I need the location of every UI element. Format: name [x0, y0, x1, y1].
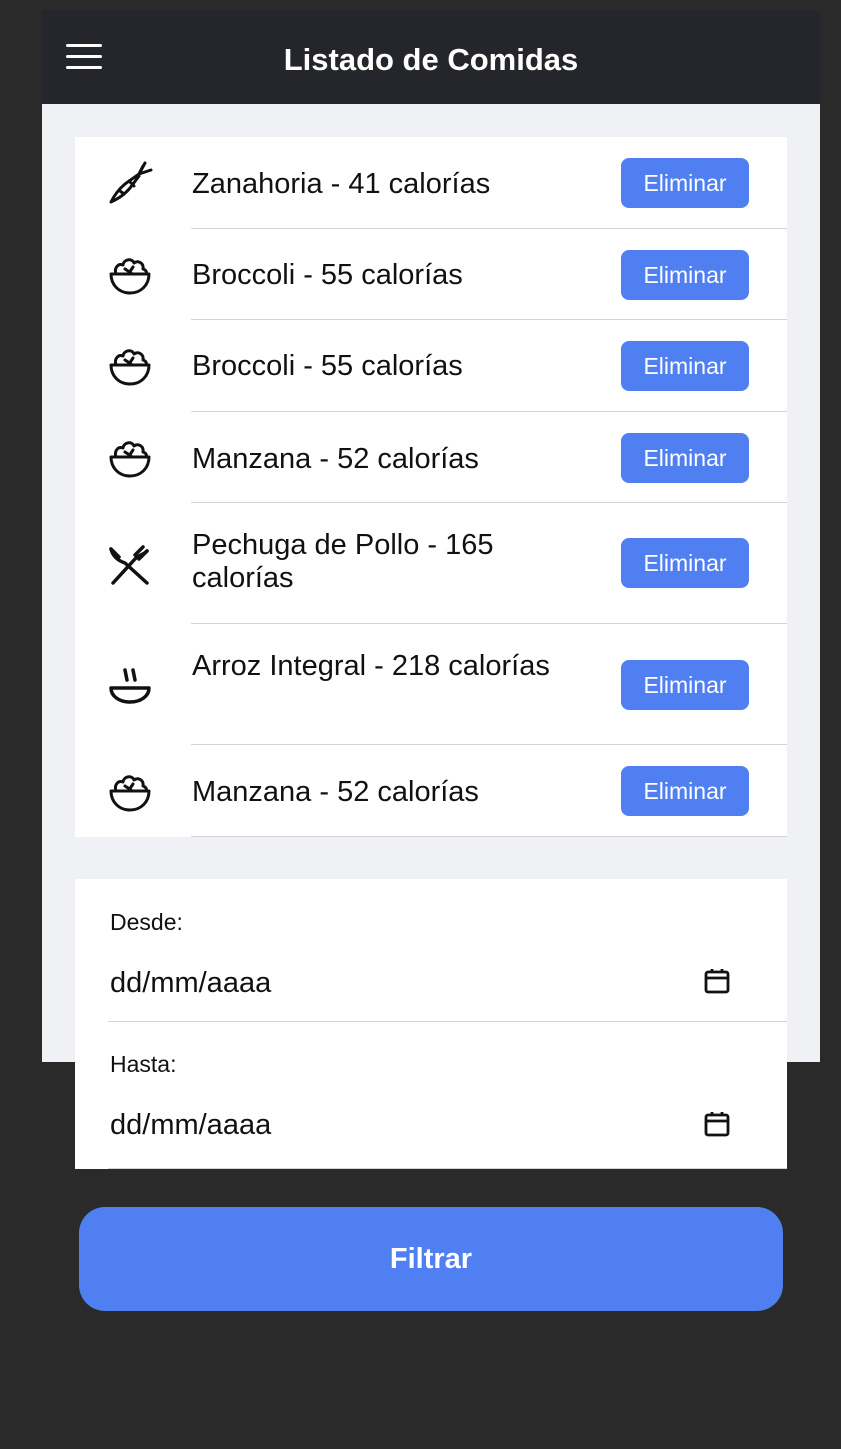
date-filter-panel: Desde: dd/mm/aaaa Hasta: dd/mm/aaaa: [75, 879, 787, 1169]
list-item: Manzana - 52 calorías Eliminar: [75, 745, 787, 837]
delete-button[interactable]: Eliminar: [621, 250, 749, 300]
food-label: Zanahoria - 41 calorías: [192, 168, 491, 200]
delete-button[interactable]: Eliminar: [621, 158, 749, 208]
calendar-icon[interactable]: [703, 1110, 731, 1138]
delete-button[interactable]: Eliminar: [621, 538, 749, 588]
delete-button[interactable]: Eliminar: [621, 766, 749, 816]
list-item: Manzana - 52 calorías Eliminar: [75, 412, 787, 503]
app-screen: Listado de Comidas Zanahoria - 41 calorí…: [42, 10, 820, 1311]
app-header: Listado de Comidas: [42, 10, 820, 104]
divider: [108, 1021, 787, 1022]
food-label: Broccoli - 55 calorías: [192, 350, 463, 382]
list-item: Zanahoria - 41 calorías Eliminar: [75, 137, 787, 229]
food-label: Manzana - 52 calorías: [192, 443, 479, 475]
salad-bowl-icon: [109, 258, 151, 295]
food-label: Broccoli - 55 calorías: [192, 259, 463, 291]
page-title: Listado de Comidas: [283, 42, 579, 77]
salad-bowl-icon: [109, 441, 151, 478]
food-list: Zanahoria - 41 calorías Eliminar Broccol…: [75, 137, 787, 837]
food-label: Manzana - 52 calorías: [192, 776, 479, 808]
fork-knife-icon: [109, 545, 149, 585]
to-date-input[interactable]: dd/mm/aaaa: [110, 1109, 710, 1142]
steaming-bowl-icon: [109, 668, 151, 704]
carrot-icon: [109, 161, 153, 204]
list-item: Arroz Integral - 218 calorías Eliminar: [75, 624, 787, 745]
calendar-icon[interactable]: [703, 967, 731, 995]
delete-button[interactable]: Eliminar: [621, 433, 749, 483]
divider: [108, 1168, 787, 1169]
salad-bowl-icon: [109, 349, 151, 386]
food-label: Arroz Integral - 218 calorías: [192, 650, 550, 682]
filter-button[interactable]: Filtrar: [79, 1207, 783, 1311]
from-label: Desde:: [110, 909, 183, 935]
to-label: Hasta:: [110, 1051, 177, 1077]
delete-button[interactable]: Eliminar: [621, 341, 749, 391]
list-item: Broccoli - 55 calorías Eliminar: [75, 229, 787, 320]
delete-button[interactable]: Eliminar: [621, 660, 749, 710]
food-label: Pechuga de Pollo - 165 calorías: [192, 529, 494, 594]
divider: [191, 836, 787, 837]
list-item: Broccoli - 55 calorías Eliminar: [75, 320, 787, 412]
list-item: Pechuga de Pollo - 165 calorías Eliminar: [75, 503, 787, 624]
from-date-input[interactable]: dd/mm/aaaa: [110, 967, 710, 1000]
salad-bowl-icon: [109, 775, 151, 812]
